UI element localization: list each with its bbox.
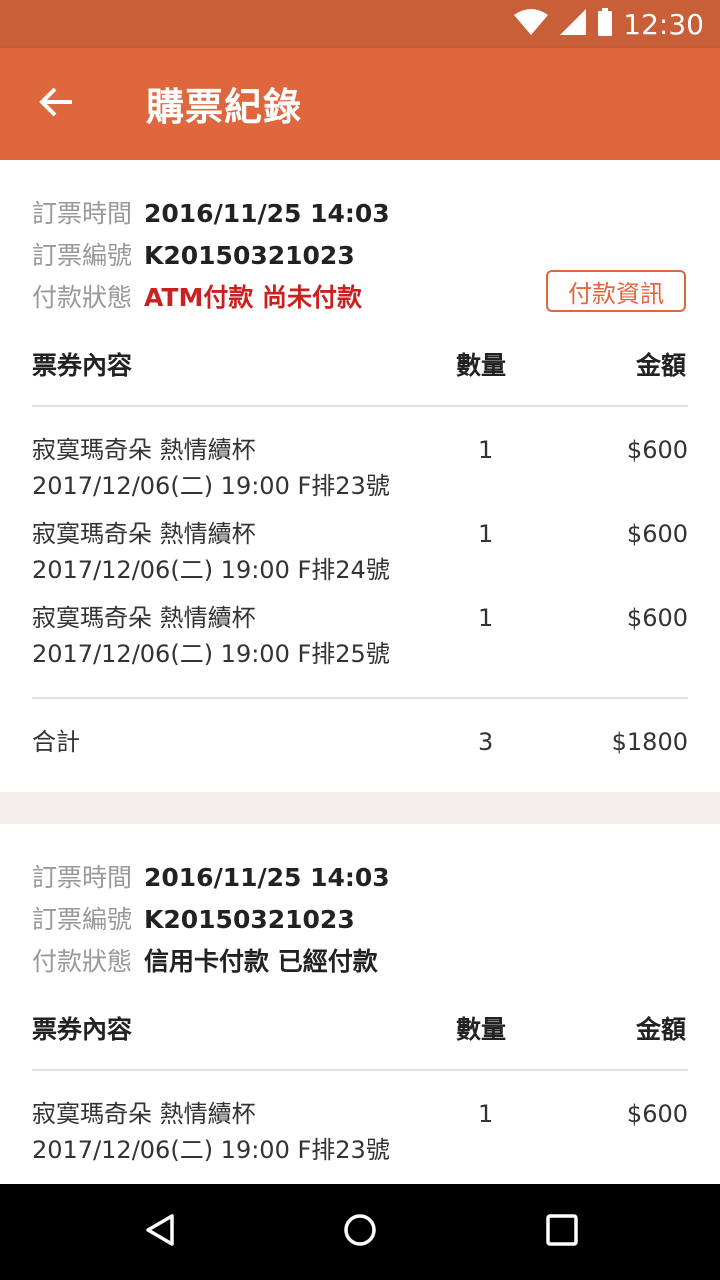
nav-recents-button[interactable]: [538, 1208, 586, 1256]
payment-status-label: 付款狀態: [32, 283, 133, 312]
ticket-amount: $600: [626, 604, 688, 632]
status-time: 12:30: [623, 7, 704, 41]
ticket-qty: 1: [478, 604, 494, 632]
ticket-row: 寂寞瑪奇朵 熱情續杯 2017/12/06(二) 19:00 F排24號 1 $…: [32, 516, 688, 600]
ticket-row: 寂寞瑪奇朵 熱情續杯 2017/12/06(二) 19:00 F排23號 1 $…: [32, 432, 688, 516]
divider: [32, 405, 688, 407]
circle-home-icon: [342, 1212, 378, 1252]
ticket-amount: $600: [626, 1100, 688, 1128]
ticket-name: 寂寞瑪奇朵 熱情續杯: [32, 1100, 256, 1128]
ticket-name: 寂寞瑪奇朵 熱情續杯: [32, 604, 256, 632]
order-number-label: 訂票編號: [32, 905, 133, 934]
column-qty-header: 數量: [456, 1015, 507, 1044]
ticket-row: 寂寞瑪奇朵 熱情續杯 2017/12/06(二) 19:00 F排23號 1 $…: [32, 1096, 688, 1180]
status-icons: 12:30: [513, 0, 704, 48]
ticket-qty: 1: [478, 1100, 494, 1128]
order-card: 訂票時間 2016/11/25 14:03 訂票編號 K20150321023 …: [0, 160, 720, 792]
total-row: 合計 3 $1800: [32, 724, 688, 764]
back-button[interactable]: [30, 80, 82, 128]
triangle-back-icon: [142, 1212, 178, 1252]
table-header: 票券內容 數量 金額: [32, 346, 688, 386]
column-item-header: 票券內容: [32, 351, 133, 380]
divider: [32, 697, 688, 699]
section-divider: [0, 792, 720, 824]
total-amount: $1800: [611, 728, 688, 756]
ticket-name: 寂寞瑪奇朵 熱情續杯: [32, 436, 256, 464]
order-number-row: 訂票編號 K20150321023: [32, 236, 355, 272]
ticket-row: 寂寞瑪奇朵 熱情續杯 2017/12/06(二) 19:00 F排25號 1 $…: [32, 600, 688, 684]
payment-status-label: 付款狀態: [32, 947, 133, 976]
ticket-amount: $600: [626, 520, 688, 548]
order-time-value: 2016/11/25 14:03: [144, 863, 390, 892]
order-time-label: 訂票時間: [32, 199, 133, 228]
wifi-icon: [513, 8, 549, 40]
order-card: 訂票時間 2016/11/25 14:03 訂票編號 K20150321023 …: [0, 824, 720, 1184]
payment-info-button[interactable]: 付款資訊: [546, 270, 686, 312]
nav-home-button[interactable]: [336, 1208, 384, 1256]
column-item-header: 票券內容: [32, 1015, 133, 1044]
payment-status-row: 付款狀態 信用卡付款 已經付款: [32, 942, 378, 978]
order-list[interactable]: 訂票時間 2016/11/25 14:03 訂票編號 K20150321023 …: [0, 160, 720, 1184]
total-qty: 3: [478, 728, 494, 756]
ticket-qty: 1: [478, 520, 494, 548]
column-amount-header: 金額: [635, 1015, 686, 1044]
status-bar: 12:30: [0, 0, 720, 48]
total-label: 合計: [32, 728, 80, 756]
payment-status-value: ATM付款 尚未付款: [144, 283, 363, 312]
order-time-label: 訂票時間: [32, 863, 133, 892]
signal-icon: [559, 8, 587, 40]
order-number-value: K20150321023: [144, 241, 355, 270]
battery-icon: [597, 8, 613, 40]
order-time-row: 訂票時間 2016/11/25 14:03: [32, 858, 390, 894]
column-qty-header: 數量: [456, 351, 507, 380]
ticket-detail: 2017/12/06(二) 19:00 F排25號: [32, 640, 390, 668]
divider: [32, 1069, 688, 1071]
app-bar: 購票紀錄: [0, 48, 720, 160]
ticket-detail: 2017/12/06(二) 19:00 F排23號: [32, 472, 390, 500]
ticket-detail: 2017/12/06(二) 19:00 F排23號: [32, 1136, 390, 1164]
page-title: 購票紀錄: [146, 85, 303, 129]
order-number-value: K20150321023: [144, 905, 355, 934]
system-nav-bar: [0, 1184, 720, 1280]
order-number-label: 訂票編號: [32, 241, 133, 270]
order-time-row: 訂票時間 2016/11/25 14:03: [32, 194, 390, 230]
ticket-qty: 1: [478, 436, 494, 464]
column-amount-header: 金額: [635, 351, 686, 380]
ticket-detail: 2017/12/06(二) 19:00 F排24號: [32, 556, 390, 584]
order-time-value: 2016/11/25 14:03: [144, 199, 390, 228]
ticket-name: 寂寞瑪奇朵 熱情續杯: [32, 520, 256, 548]
order-number-row: 訂票編號 K20150321023: [32, 900, 355, 936]
arrow-left-icon: [38, 86, 74, 122]
ticket-amount: $600: [626, 436, 688, 464]
nav-back-button[interactable]: [136, 1208, 184, 1256]
payment-status-value: 信用卡付款 已經付款: [144, 947, 378, 976]
square-recents-icon: [544, 1212, 580, 1252]
table-header: 票券內容 數量 金額: [32, 1010, 688, 1050]
payment-status-row: 付款狀態 ATM付款 尚未付款: [32, 278, 362, 314]
